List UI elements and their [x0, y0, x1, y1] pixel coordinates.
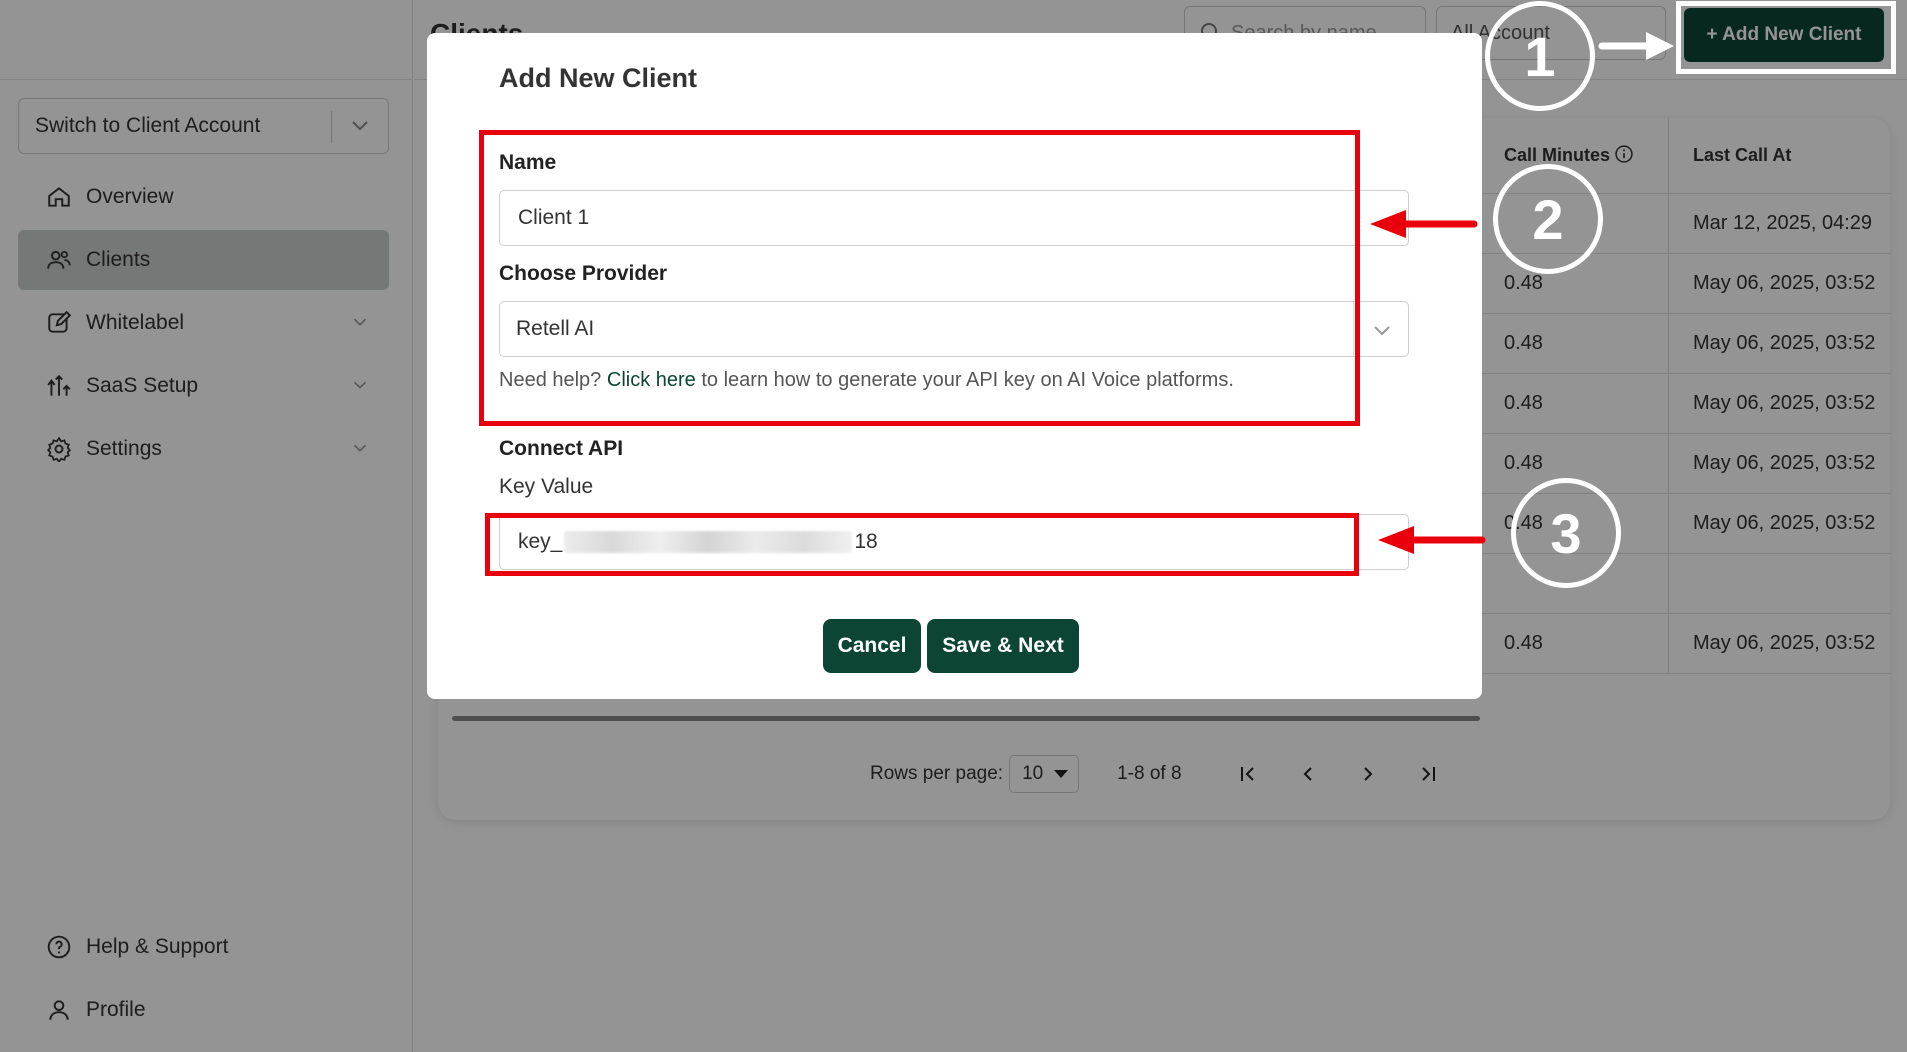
save-next-button[interactable]: Save & Next	[927, 619, 1079, 673]
arrow-left-icon	[1370, 210, 1478, 238]
highlight-api-key	[485, 513, 1359, 576]
modal-title: Add New Client	[499, 63, 698, 93]
key-value-label: Key Value	[499, 475, 594, 498]
highlight-name-provider	[479, 130, 1360, 426]
step-marker-1: 1	[1485, 1, 1595, 111]
arrow-left-icon	[1378, 526, 1486, 554]
highlight-add-button	[1676, 1, 1896, 74]
arrow-right-icon	[1598, 32, 1674, 60]
step-marker-3: 3	[1511, 478, 1621, 588]
step-marker-2: 2	[1493, 164, 1603, 274]
cancel-button[interactable]: Cancel	[823, 619, 921, 673]
connect-api-label: Connect API	[499, 437, 624, 460]
chevron-down-icon	[1374, 326, 1390, 336]
